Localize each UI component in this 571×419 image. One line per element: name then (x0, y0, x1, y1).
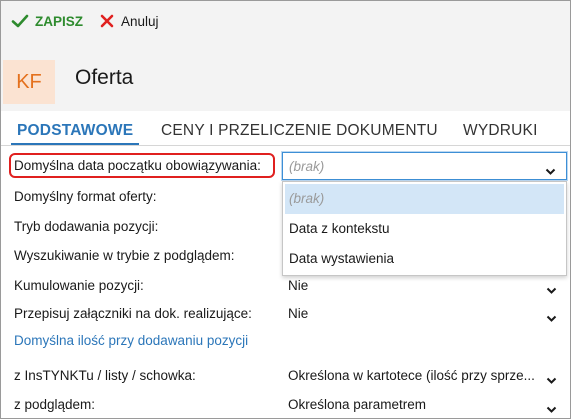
tab-podstawowe[interactable]: PODSTAWOWE (11, 111, 140, 146)
chevron-down-icon (546, 282, 557, 300)
tab-wydruki[interactable]: WYDRUKI (463, 111, 538, 143)
select-value: Nie (288, 278, 309, 293)
chevron-down-icon (545, 163, 556, 181)
preview-search-label: Wyszukiwanie w trybie z podglądem: (14, 248, 235, 263)
toolbar: ZAPISZ Anuluj (1, 1, 570, 41)
copy-attachments-select[interactable]: Nie (282, 300, 567, 328)
close-icon (99, 13, 121, 29)
page-title: Oferta (75, 66, 134, 89)
save-label: ZAPISZ (35, 13, 84, 29)
document-header: KF Oferta (1, 41, 570, 111)
cancel-button[interactable]: Anuluj (99, 11, 159, 31)
default-quantity-section-heading: Domyślna ilość przy dodawaniu pozycji (14, 333, 249, 348)
cumulate-positions-label: Kumulowanie pozycji: (14, 278, 144, 293)
select-value: Nie (288, 306, 309, 321)
save-button[interactable]: ZAPISZ (11, 11, 83, 31)
default-offer-format-label: Domyślny format oferty: (14, 189, 157, 204)
date-dropdown-list: (brak) Data z kontekstu Data wystawienia (282, 181, 567, 276)
dropdown-option-data-wystawienia[interactable]: Data wystawienia (285, 244, 564, 274)
with-preview-select[interactable]: Określona parametrem (282, 391, 567, 418)
default-start-date-label: Domyślna data początku obowiązywania: (14, 158, 261, 173)
select-value: (brak) (289, 159, 325, 174)
chevron-down-icon (546, 372, 557, 390)
with-preview-label: z podglądem: (14, 397, 96, 412)
cancel-label: Anuluj (121, 13, 159, 29)
window: ZAPISZ Anuluj KF Oferta PODSTAWOWE CENY … (0, 0, 571, 419)
dropdown-option-data-z-kontekstu[interactable]: Data z kontekstu (285, 214, 564, 244)
default-start-date-select[interactable]: (brak) (282, 152, 567, 180)
cumulate-positions-select[interactable]: Nie (282, 272, 567, 300)
tab-divider (1, 145, 570, 146)
checkmark-icon (11, 13, 35, 29)
chevron-down-icon (546, 401, 557, 418)
copy-attachments-label: Przepisuj załączniki na dok. realizujące… (14, 306, 252, 321)
select-value: Określona w kartotece (ilość przy sprze.… (288, 368, 535, 383)
tab-ceny-i-przeliczenie[interactable]: CENY I PRZELICZENIE DOKUMENTU (161, 111, 438, 143)
document-type-badge: KF (3, 60, 55, 104)
add-position-mode-label: Tryb dodawania pozycji: (14, 219, 159, 234)
from-instynkt-label: z InsTYNKTu / listy / schowka: (14, 368, 196, 383)
tab-bar: PODSTAWOWE CENY I PRZELICZENIE DOKUMENTU… (1, 111, 570, 146)
chevron-down-icon (546, 310, 557, 328)
from-instynkt-select[interactable]: Określona w kartotece (ilość przy sprze.… (282, 362, 567, 390)
dropdown-option-brak[interactable]: (brak) (285, 184, 564, 214)
select-value: Określona parametrem (288, 397, 427, 412)
